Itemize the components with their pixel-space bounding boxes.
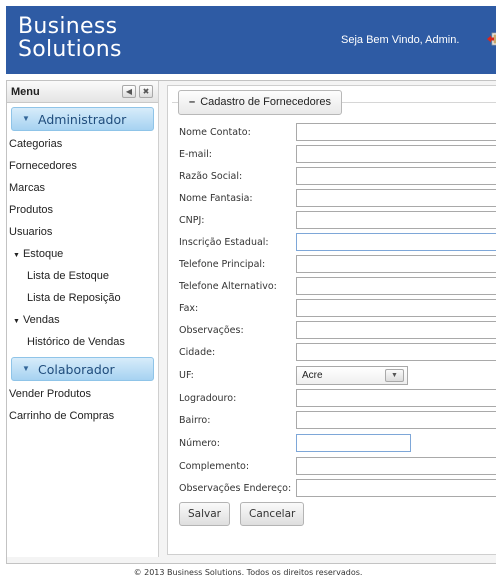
row-logradouro: Logradouro: xyxy=(168,389,496,411)
field-label: CNPJ: xyxy=(179,215,205,226)
content-panel: – Cadastro de Fornecedores Nome Contato:… xyxy=(167,85,496,555)
form-title: Cadastro de Fornecedores xyxy=(200,96,332,108)
uf-selected-value: Acre xyxy=(302,370,323,381)
sidebar-item-lista-estoque[interactable]: Lista de Estoque xyxy=(7,265,158,287)
field-label: E-mail: xyxy=(179,149,212,160)
row-nome-contato: Nome Contato: xyxy=(168,123,496,145)
sidebar-item-vendas[interactable]: ▼ Vendas xyxy=(7,309,158,331)
razao-social-input[interactable] xyxy=(296,167,496,185)
field-label: Razão Social: xyxy=(179,171,243,182)
observacoes-input[interactable] xyxy=(296,321,496,339)
row-email: E-mail: xyxy=(168,145,496,167)
cancel-button[interactable]: Cancelar xyxy=(240,502,305,526)
field-label: Número: xyxy=(179,438,220,449)
field-label: Fax: xyxy=(179,303,199,314)
sidebar-item-label: Vendas xyxy=(22,314,60,326)
sidebar-item-marcas[interactable]: Marcas xyxy=(7,177,158,199)
menu-header: Menu ◀ ✖ xyxy=(7,81,158,103)
row-cnpj: CNPJ: xyxy=(168,211,496,233)
row-inscricao-estadual: Inscrição Estadual: xyxy=(168,233,496,255)
row-uf: UF: Acre ▼ xyxy=(168,366,496,388)
group-label: Administrador xyxy=(38,112,127,127)
group-administrador[interactable]: ▼ Administrador xyxy=(11,107,154,131)
form-legend[interactable]: – Cadastro de Fornecedores xyxy=(178,90,343,115)
row-razao-social: Razão Social: xyxy=(168,167,496,189)
collapse-left-icon[interactable]: ◀ xyxy=(122,85,136,98)
group-label: Colaborador xyxy=(38,362,115,377)
row-numero: Número: xyxy=(168,434,496,456)
expand-down-icon: ▼ xyxy=(22,364,30,373)
row-observacoes: Observações: xyxy=(168,321,496,343)
logout-icon[interactable] xyxy=(486,32,496,46)
field-label: Cidade: xyxy=(179,347,216,358)
bairro-input[interactable] xyxy=(296,411,496,429)
expand-down-icon: ▼ xyxy=(22,114,30,123)
sidebar-item-historico-vendas[interactable]: Histórico de Vendas xyxy=(7,331,158,353)
field-label: Nome Fantasia: xyxy=(179,193,253,204)
app-header: Business Solutions Seja Bem Vindo, Admin… xyxy=(6,6,496,74)
sidebar-item-usuarios[interactable]: Usuarios xyxy=(7,221,158,243)
brand-line-2: Solutions xyxy=(18,37,122,62)
fax-input[interactable] xyxy=(296,299,496,317)
field-label: Bairro: xyxy=(179,415,211,426)
sidebar-item-vender-produtos[interactable]: Vender Produtos xyxy=(7,383,158,405)
welcome-text: Seja Bem Vindo, Admin. xyxy=(341,34,460,46)
logradouro-input[interactable] xyxy=(296,389,496,407)
sidebar-item-fornecedores[interactable]: Fornecedores xyxy=(7,155,158,177)
row-cidade: Cidade: xyxy=(168,343,496,365)
cidade-input[interactable] xyxy=(296,343,496,361)
footer-copyright: © 2013 Business Solutions. Todos os dire… xyxy=(133,568,363,577)
close-icon[interactable]: ✖ xyxy=(139,85,153,98)
row-nome-fantasia: Nome Fantasia: xyxy=(168,189,496,211)
row-telefone-alternativo: Telefone Alternativo: xyxy=(168,277,496,299)
field-label: Observações: xyxy=(179,325,244,336)
telefone-alternativo-input[interactable] xyxy=(296,277,496,295)
brand-logo: Business Solutions xyxy=(18,15,122,61)
sidebar-item-carrinho-compras[interactable]: Carrinho de Compras xyxy=(7,405,158,427)
sidebar-item-produtos[interactable]: Produtos xyxy=(7,199,158,221)
uf-select[interactable]: Acre ▼ xyxy=(296,366,408,385)
collapse-icon: – xyxy=(189,96,196,108)
email-input[interactable] xyxy=(296,145,496,163)
field-label: Logradouro: xyxy=(179,393,237,404)
form-actions: Salvar Cancelar xyxy=(168,502,496,526)
brand-line-1: Business xyxy=(18,14,118,39)
field-label: Telefone Alternativo: xyxy=(179,281,277,292)
sidebar-item-estoque[interactable]: ▼ Estoque xyxy=(7,243,158,265)
nome-fantasia-input[interactable] xyxy=(296,189,496,207)
field-label: Inscrição Estadual: xyxy=(179,237,269,248)
nome-contato-input[interactable] xyxy=(296,123,496,141)
sidebar-menu: Menu ◀ ✖ ▼ Administrador Categorias Forn… xyxy=(7,81,159,557)
row-complemento: Complemento: xyxy=(168,457,496,479)
main-layout: Menu ◀ ✖ ▼ Administrador Categorias Forn… xyxy=(6,80,496,564)
sidebar-item-lista-reposicao[interactable]: Lista de Reposição xyxy=(7,287,158,309)
row-bairro: Bairro: xyxy=(168,411,496,433)
numero-input[interactable] xyxy=(296,434,411,452)
field-label: Observações Endereço: xyxy=(179,483,292,494)
chevron-down-icon[interactable]: ▼ xyxy=(385,369,404,382)
cnpj-input[interactable] xyxy=(296,211,496,229)
save-button[interactable]: Salvar xyxy=(179,502,230,526)
sidebar-item-categorias[interactable]: Categorias xyxy=(7,133,158,155)
group-colaborador[interactable]: ▼ Colaborador xyxy=(11,357,154,381)
field-label: Nome Contato: xyxy=(179,127,251,138)
row-telefone-principal: Telefone Principal: xyxy=(168,255,496,277)
field-label: Complemento: xyxy=(179,461,250,472)
inscricao-estadual-input[interactable] xyxy=(296,233,496,251)
expand-down-icon: ▼ xyxy=(13,318,20,325)
row-observacoes-endereco: Observações Endereço: xyxy=(168,479,496,501)
telefone-principal-input[interactable] xyxy=(296,255,496,273)
expand-down-icon: ▼ xyxy=(13,252,20,259)
row-fax: Fax: xyxy=(168,299,496,321)
sidebar-item-label: Estoque xyxy=(22,248,64,260)
field-label: Telefone Principal: xyxy=(179,259,266,270)
observacoes-endereco-input[interactable] xyxy=(296,479,496,497)
menu-title: Menu xyxy=(11,86,40,98)
complemento-input[interactable] xyxy=(296,457,496,475)
field-label: UF: xyxy=(179,370,194,381)
